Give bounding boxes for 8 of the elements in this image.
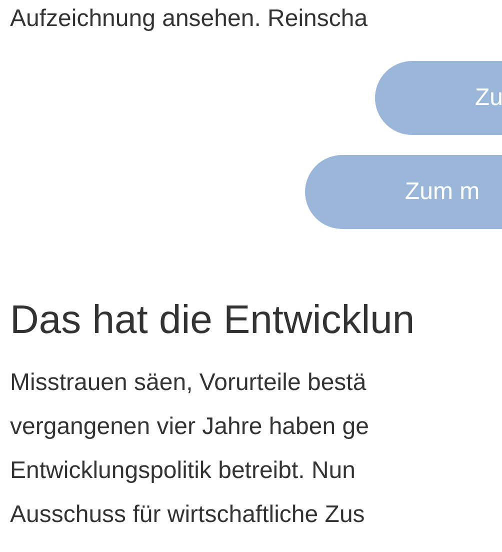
paragraph-line: Entwicklungspolitik betreibt. Nun <box>10 457 356 484</box>
intro-text: Aufzeichnung ansehen. Reinscha <box>10 5 368 32</box>
paragraph-line: Ausschuss für wirtschaftliche Zus <box>10 501 365 528</box>
section-heading: Das hat die Entwicklun <box>10 298 415 342</box>
pill-button[interactable]: Zum m <box>305 155 502 229</box>
paragraph-line: Misstrauen säen, Vorurteile bestä <box>10 369 366 396</box>
paragraph-line: vergangenen vier Jahre haben ge <box>10 413 369 440</box>
pill-button[interactable]: Zu <box>375 61 502 135</box>
